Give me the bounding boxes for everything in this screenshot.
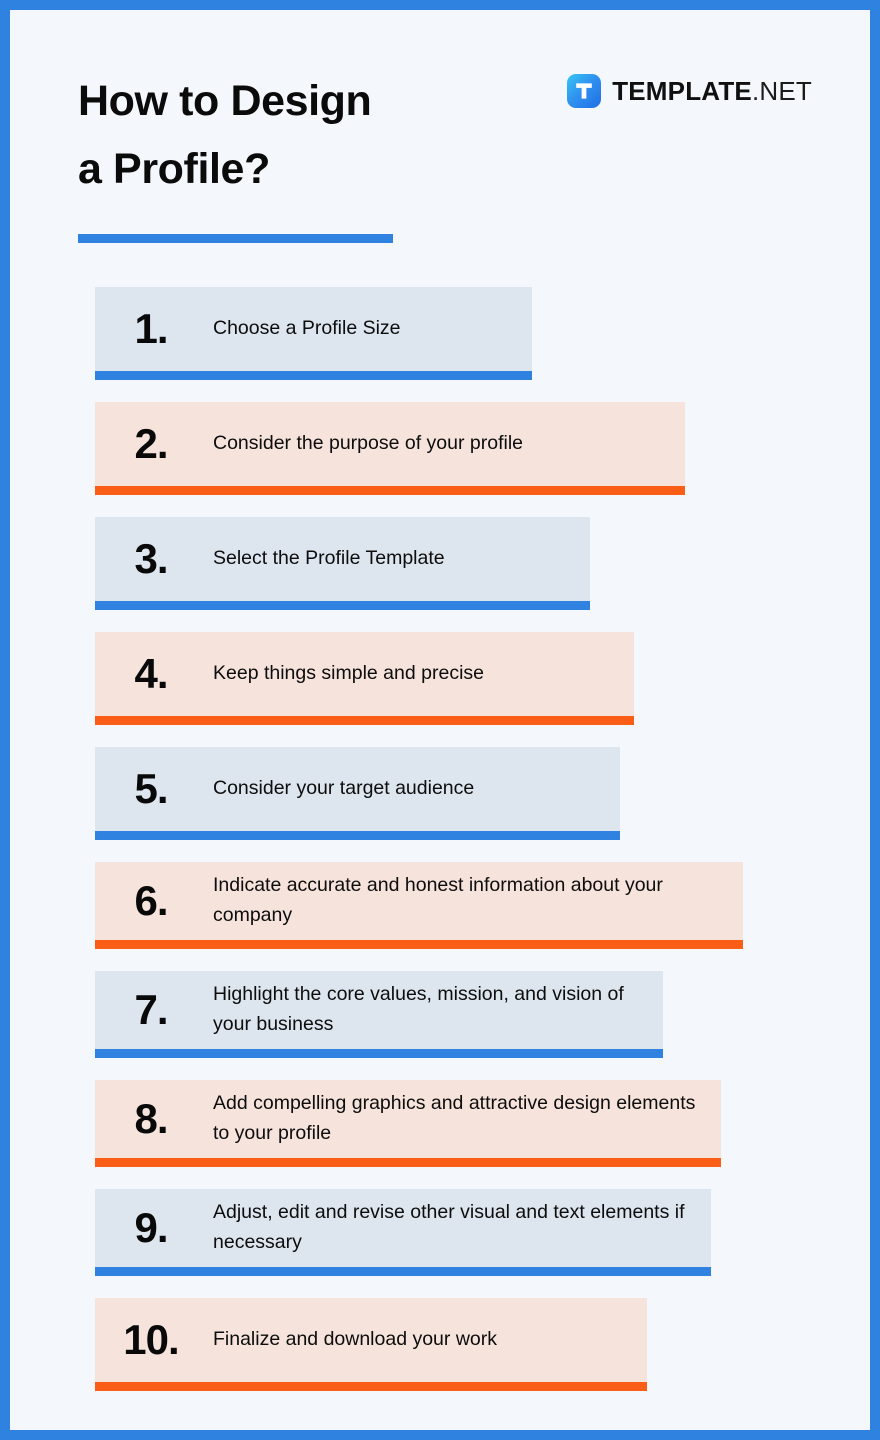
step-item[interactable]: 4. Keep things simple and precise [10, 632, 870, 725]
step-box: 6. Indicate accurate and honest informati… [95, 862, 743, 940]
step-accent-bar [95, 601, 590, 610]
step-number: 2. [134, 420, 168, 467]
template-logo-icon [567, 74, 602, 108]
poster-frame: How to Design a Profile? TEMPLATE.NET 1.… [0, 0, 880, 1440]
poster-page: How to Design a Profile? TEMPLATE.NET 1.… [10, 10, 870, 1430]
step-label: Adjust, edit and revise other visual and… [213, 1201, 685, 1253]
step-accent-bar [95, 831, 620, 840]
step-box: 5. Consider your target audience [95, 747, 620, 831]
step-box: 1. Choose a Profile Size [95, 287, 532, 371]
step-number: 4. [134, 650, 168, 697]
step-accent-bar [95, 716, 634, 725]
brand-name: TEMPLATE [612, 76, 752, 106]
step-number: 9. [134, 1204, 168, 1251]
step-item[interactable]: 9. Adjust, edit and revise other visual a… [10, 1189, 870, 1276]
step-item[interactable]: 7. Highlight the core values, mission, an… [10, 971, 870, 1058]
step-number: 10. [123, 1316, 179, 1363]
page-title-line-1: How to Design [78, 77, 372, 125]
step-box: 7. Highlight the core values, mission, an… [95, 971, 663, 1049]
step-item[interactable]: 1. Choose a Profile Size [10, 287, 870, 380]
step-label: Finalize and download your work [213, 1328, 497, 1351]
steps-list: 1. Choose a Profile Size 2. Consider the pu… [10, 287, 870, 1413]
step-number: 5. [134, 765, 168, 812]
title-underline-rule [78, 234, 393, 243]
brand-wordmark: TEMPLATE.NET [612, 78, 812, 104]
step-accent-bar [95, 1382, 647, 1391]
step-accent-bar [95, 1158, 721, 1167]
step-box: 4. Keep things simple and precise [95, 632, 634, 716]
step-label: Consider the purpose of your profile [213, 432, 524, 455]
step-accent-bar [95, 1049, 663, 1058]
page-title-line-2: a Profile? [78, 144, 270, 193]
step-box: 9. Adjust, edit and revise other visual a… [95, 1189, 711, 1267]
step-box: 3. Select the Profile Template [95, 517, 590, 601]
page-title: How to Design a Profile? [78, 68, 498, 204]
step-accent-bar [95, 486, 685, 495]
step-label: Add compelling graphics and attractive d… [213, 1092, 696, 1144]
step-number: 7. [134, 986, 168, 1033]
step-item[interactable]: 2. Consider the purpose of your profile [10, 402, 870, 495]
step-box: 10. Finalize and download your work [95, 1298, 647, 1382]
step-accent-bar [95, 1267, 711, 1276]
brand-logo[interactable]: TEMPLATE.NET [567, 74, 812, 108]
step-label: Highlight the core values, mission, and … [213, 983, 624, 1035]
step-accent-bar [95, 940, 743, 949]
step-item[interactable]: 8. Add compelling graphics and attractive… [10, 1080, 870, 1167]
step-item[interactable]: 3. Select the Profile Template [10, 517, 870, 610]
brand-tld: .NET [751, 76, 812, 106]
step-number: 6. [134, 877, 168, 924]
step-box: 8. Add compelling graphics and attractive… [95, 1080, 721, 1158]
poster-header: How to Design a Profile? TEMPLATE.NET [10, 10, 870, 250]
step-item[interactable]: 10. Finalize and download your work [10, 1298, 870, 1391]
step-label: Keep things simple and precise [213, 662, 484, 685]
step-number: 1. [134, 305, 168, 352]
step-item[interactable]: 6. Indicate accurate and honest informati… [10, 862, 870, 949]
step-item[interactable]: 5. Consider your target audience [10, 747, 870, 840]
step-label: Select the Profile Template [213, 547, 445, 570]
step-number: 8. [134, 1095, 168, 1142]
step-box: 2. Consider the purpose of your profile [95, 402, 685, 486]
step-label: Indicate accurate and honest information… [213, 874, 663, 926]
step-number: 3. [134, 535, 168, 582]
step-label: Choose a Profile Size [213, 317, 401, 340]
step-label: Consider your target audience [213, 777, 475, 800]
step-accent-bar [95, 371, 532, 380]
